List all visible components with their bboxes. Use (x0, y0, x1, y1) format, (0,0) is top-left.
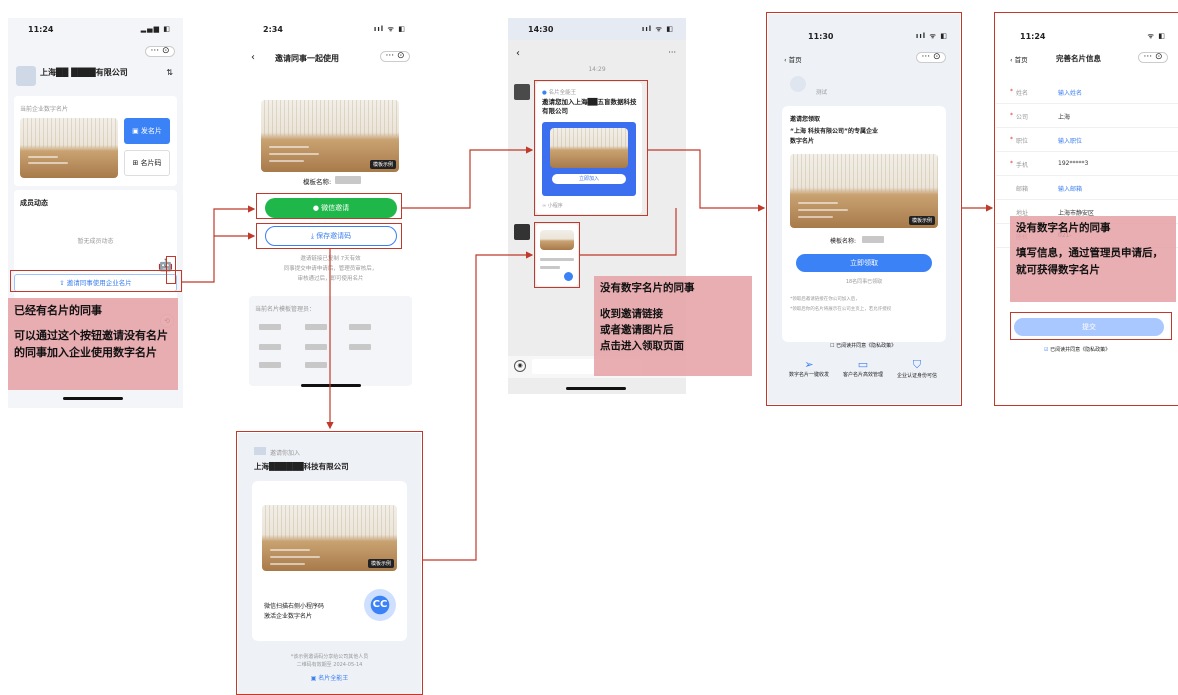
arrow-to-wechat-invite (182, 205, 256, 283)
arrow-poster-to-chat (423, 251, 534, 561)
arrow-to-claim-page (648, 149, 766, 212)
arrow-to-chat-message (402, 146, 534, 209)
arrow-poster-message-join (580, 208, 677, 256)
flow-arrows (182, 146, 994, 561)
